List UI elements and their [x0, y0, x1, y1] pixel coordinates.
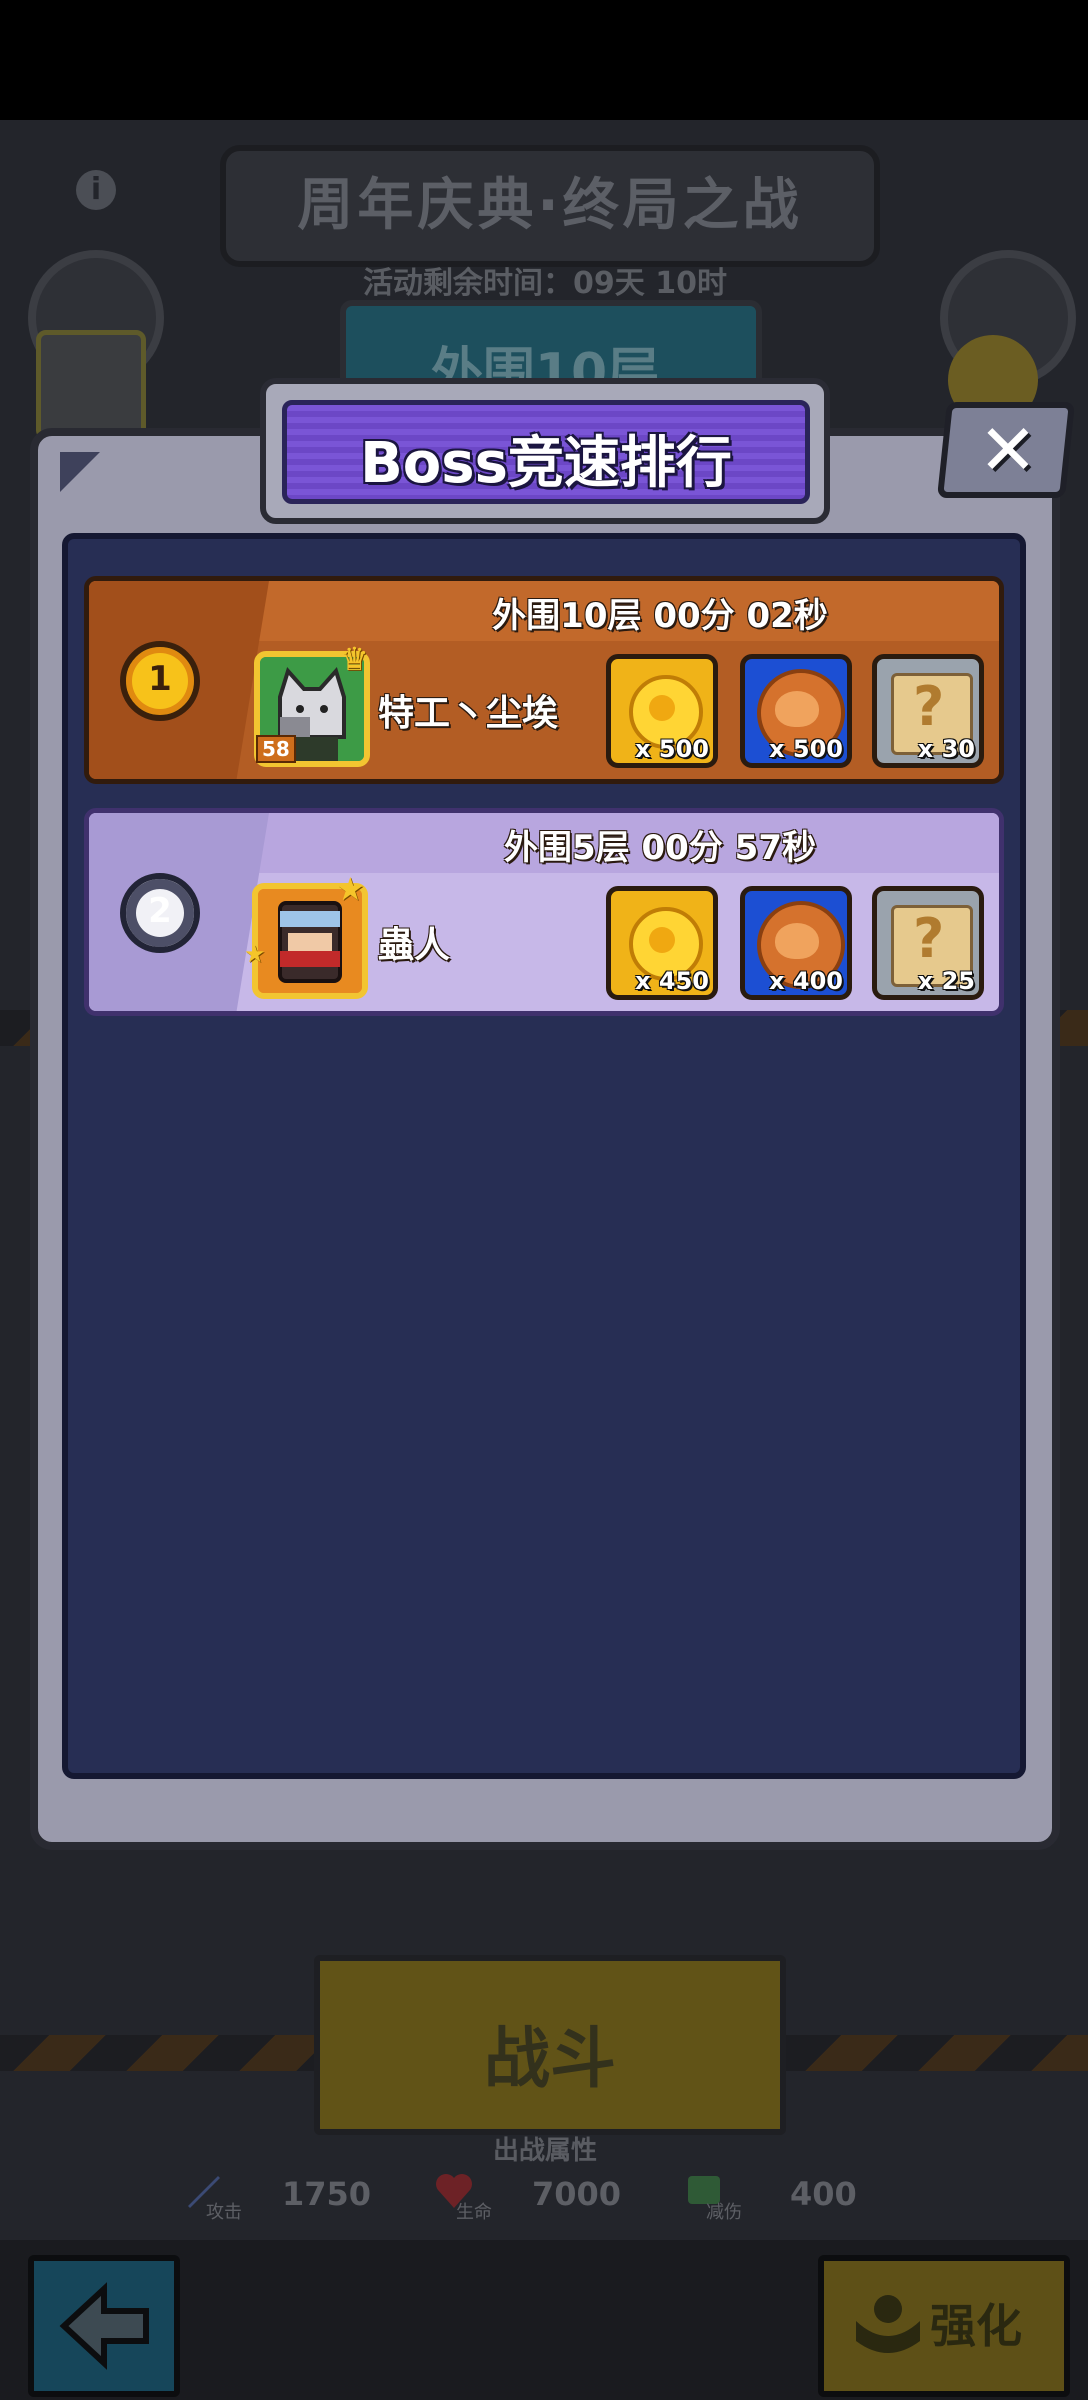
reward-count: x 500	[635, 735, 709, 763]
close-icon[interactable]: ✕	[948, 404, 1068, 496]
star-crown-icon: ★	[336, 870, 365, 908]
row-1-player-name: 特工丶尘埃	[378, 693, 559, 734]
avatar-level-badge: 58	[256, 735, 296, 763]
reward-count: x 500	[769, 735, 843, 763]
cookie-face	[775, 923, 819, 959]
star-icon: ★	[244, 940, 266, 968]
fight-button-label: 战斗	[484, 2020, 616, 2097]
attack-label: 攻击	[206, 2202, 242, 2223]
reward-count: x 400	[769, 967, 843, 995]
coin-center	[649, 927, 675, 953]
status-bar	[0, 0, 1088, 120]
back-arrow-icon	[59, 2282, 149, 2370]
remaining-time: 活动剩余时间：09天 10时	[363, 266, 727, 301]
row-1-record: 外围10层 00分 02秒	[492, 596, 828, 636]
rank-badge-gold: 1	[120, 641, 200, 721]
coin-center	[649, 695, 675, 721]
reward-dog-cookie[interactable]: x 500	[740, 654, 852, 768]
reward-count: x 25	[917, 967, 975, 995]
row-2-player-name: 蟲人	[378, 925, 451, 966]
reward-dog-cookie[interactable]: x 400	[740, 886, 852, 1000]
muscle-icon	[856, 2295, 920, 2353]
question-mark: ?	[913, 675, 945, 738]
info-icon[interactable]: i	[76, 170, 116, 210]
damage-reduction-value: 400	[790, 2175, 857, 2213]
health-label: 生命	[456, 2202, 492, 2223]
reward-mystery-scroll[interactable]: ? x 30	[872, 654, 984, 768]
attack-value: 1750	[282, 2175, 372, 2213]
back-button[interactable]	[28, 2255, 180, 2397]
reward-gold-coin[interactable]: x 500	[606, 654, 718, 768]
player-avatar[interactable]	[36, 330, 146, 440]
reward-count: x 450	[635, 967, 709, 995]
damage-reduction-label: 减伤	[706, 2202, 742, 2223]
modal-title: Boss竞速排行	[360, 431, 732, 496]
event-title: 周年庆典·终局之战	[297, 173, 803, 238]
upgrade-button-label: 强化	[930, 2299, 1022, 2353]
reward-mystery-scroll[interactable]: ? x 25	[872, 886, 984, 1000]
cookie-face	[775, 691, 819, 727]
reward-count: x 30	[917, 735, 975, 763]
row-2-record: 外围5层 00分 57秒	[504, 828, 816, 868]
health-value: 7000	[532, 2175, 622, 2213]
attributes-title: 出战属性	[492, 2136, 597, 2166]
rank-number: 2	[148, 891, 172, 931]
reward-gold-coin[interactable]: x 450	[606, 886, 718, 1000]
crown-icon: ♛	[340, 640, 369, 678]
question-mark: ?	[913, 907, 945, 970]
rank-badge-silver: 2	[120, 873, 200, 953]
